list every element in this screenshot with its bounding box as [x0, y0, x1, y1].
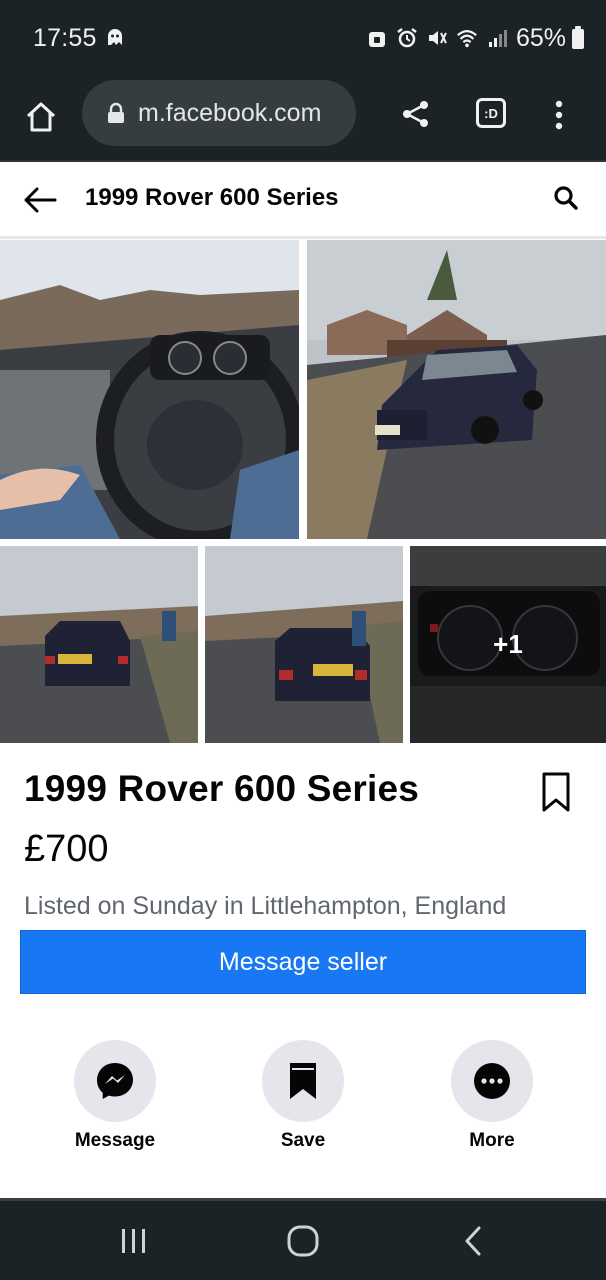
header-divider — [0, 236, 606, 239]
ghost-icon — [104, 27, 126, 55]
vertical-dots-icon — [555, 100, 563, 130]
save-listing-button[interactable] — [538, 770, 574, 814]
share-icon — [403, 101, 428, 127]
messenger-icon — [97, 1063, 133, 1099]
action-message-label: Message — [74, 1130, 156, 1151]
listing-photo-4[interactable] — [205, 546, 403, 743]
car-interior-image — [0, 240, 299, 539]
search-button[interactable] — [548, 180, 584, 216]
tabs-button[interactable]: :D — [473, 95, 509, 131]
more-icon — [474, 1063, 510, 1099]
chevron-left-icon — [465, 1226, 481, 1256]
action-save-label: Save — [280, 1130, 326, 1151]
mute-icon — [426, 27, 448, 49]
address-bar[interactable]: m.facebook.com — [82, 80, 356, 146]
listing-photo-3[interactable] — [0, 546, 198, 743]
car-front-image — [307, 240, 606, 539]
listing-price: £700 — [24, 828, 109, 870]
arrow-left-icon — [24, 187, 57, 213]
status-icons — [366, 27, 508, 49]
tabs-icon: :D — [476, 98, 506, 128]
status-time: 17:55 — [33, 24, 97, 52]
home-icon — [26, 102, 56, 132]
car-rear-image — [0, 546, 198, 743]
listing-photo-1[interactable] — [0, 240, 299, 539]
battery-level: 65% — [515, 24, 566, 52]
recent-apps-button[interactable] — [116, 1225, 152, 1257]
system-nav-bar — [0, 1201, 606, 1280]
recent-apps-icon — [122, 1229, 145, 1253]
listing-photo-2[interactable] — [307, 240, 606, 539]
listing-photo-5[interactable]: +1 — [410, 546, 606, 743]
message-seller-button[interactable]: Message seller — [20, 930, 586, 994]
share-button[interactable] — [396, 94, 436, 134]
battery-indicator: 65% — [516, 24, 584, 53]
bookmark-icon — [290, 1063, 316, 1099]
page-title: 1999 Rover 600 Series — [85, 184, 339, 211]
nav-back-button[interactable] — [458, 1223, 488, 1259]
action-more-label: More — [469, 1130, 515, 1151]
status-bar: 17:55 65% — [0, 0, 606, 76]
action-more[interactable]: More — [437, 1040, 547, 1152]
alarm-icon — [396, 27, 418, 49]
bookmark-outline-icon — [542, 772, 570, 812]
lock-app-icon — [366, 27, 388, 49]
wifi-icon — [456, 27, 478, 49]
page-header: 1999 Rover 600 Series — [0, 162, 606, 236]
signal-icon — [486, 27, 508, 49]
search-icon — [554, 186, 578, 210]
home-circle-icon — [287, 1225, 319, 1257]
more-photos-count: +1 — [410, 546, 606, 743]
url-text: m.facebook.com — [138, 98, 322, 127]
lock-icon — [106, 101, 126, 125]
listing-title: 1999 Rover 600 Series — [24, 768, 420, 809]
home-button[interactable] — [20, 96, 62, 138]
battery-icon — [572, 25, 584, 49]
action-more-circle[interactable] — [451, 1040, 533, 1122]
browser-menu-button[interactable] — [545, 94, 573, 136]
car-rear-image — [205, 546, 403, 743]
action-save[interactable]: Save — [248, 1040, 358, 1152]
action-save-circle[interactable] — [262, 1040, 344, 1122]
browser-toolbar: m.facebook.com :D — [0, 76, 606, 160]
nav-home-button[interactable] — [285, 1223, 321, 1259]
back-button[interactable] — [20, 180, 60, 220]
action-message-circle[interactable] — [74, 1040, 156, 1122]
action-message[interactable]: Message — [60, 1040, 170, 1152]
listing-location: Listed on Sunday in Littlehampton, Engla… — [24, 892, 507, 920]
